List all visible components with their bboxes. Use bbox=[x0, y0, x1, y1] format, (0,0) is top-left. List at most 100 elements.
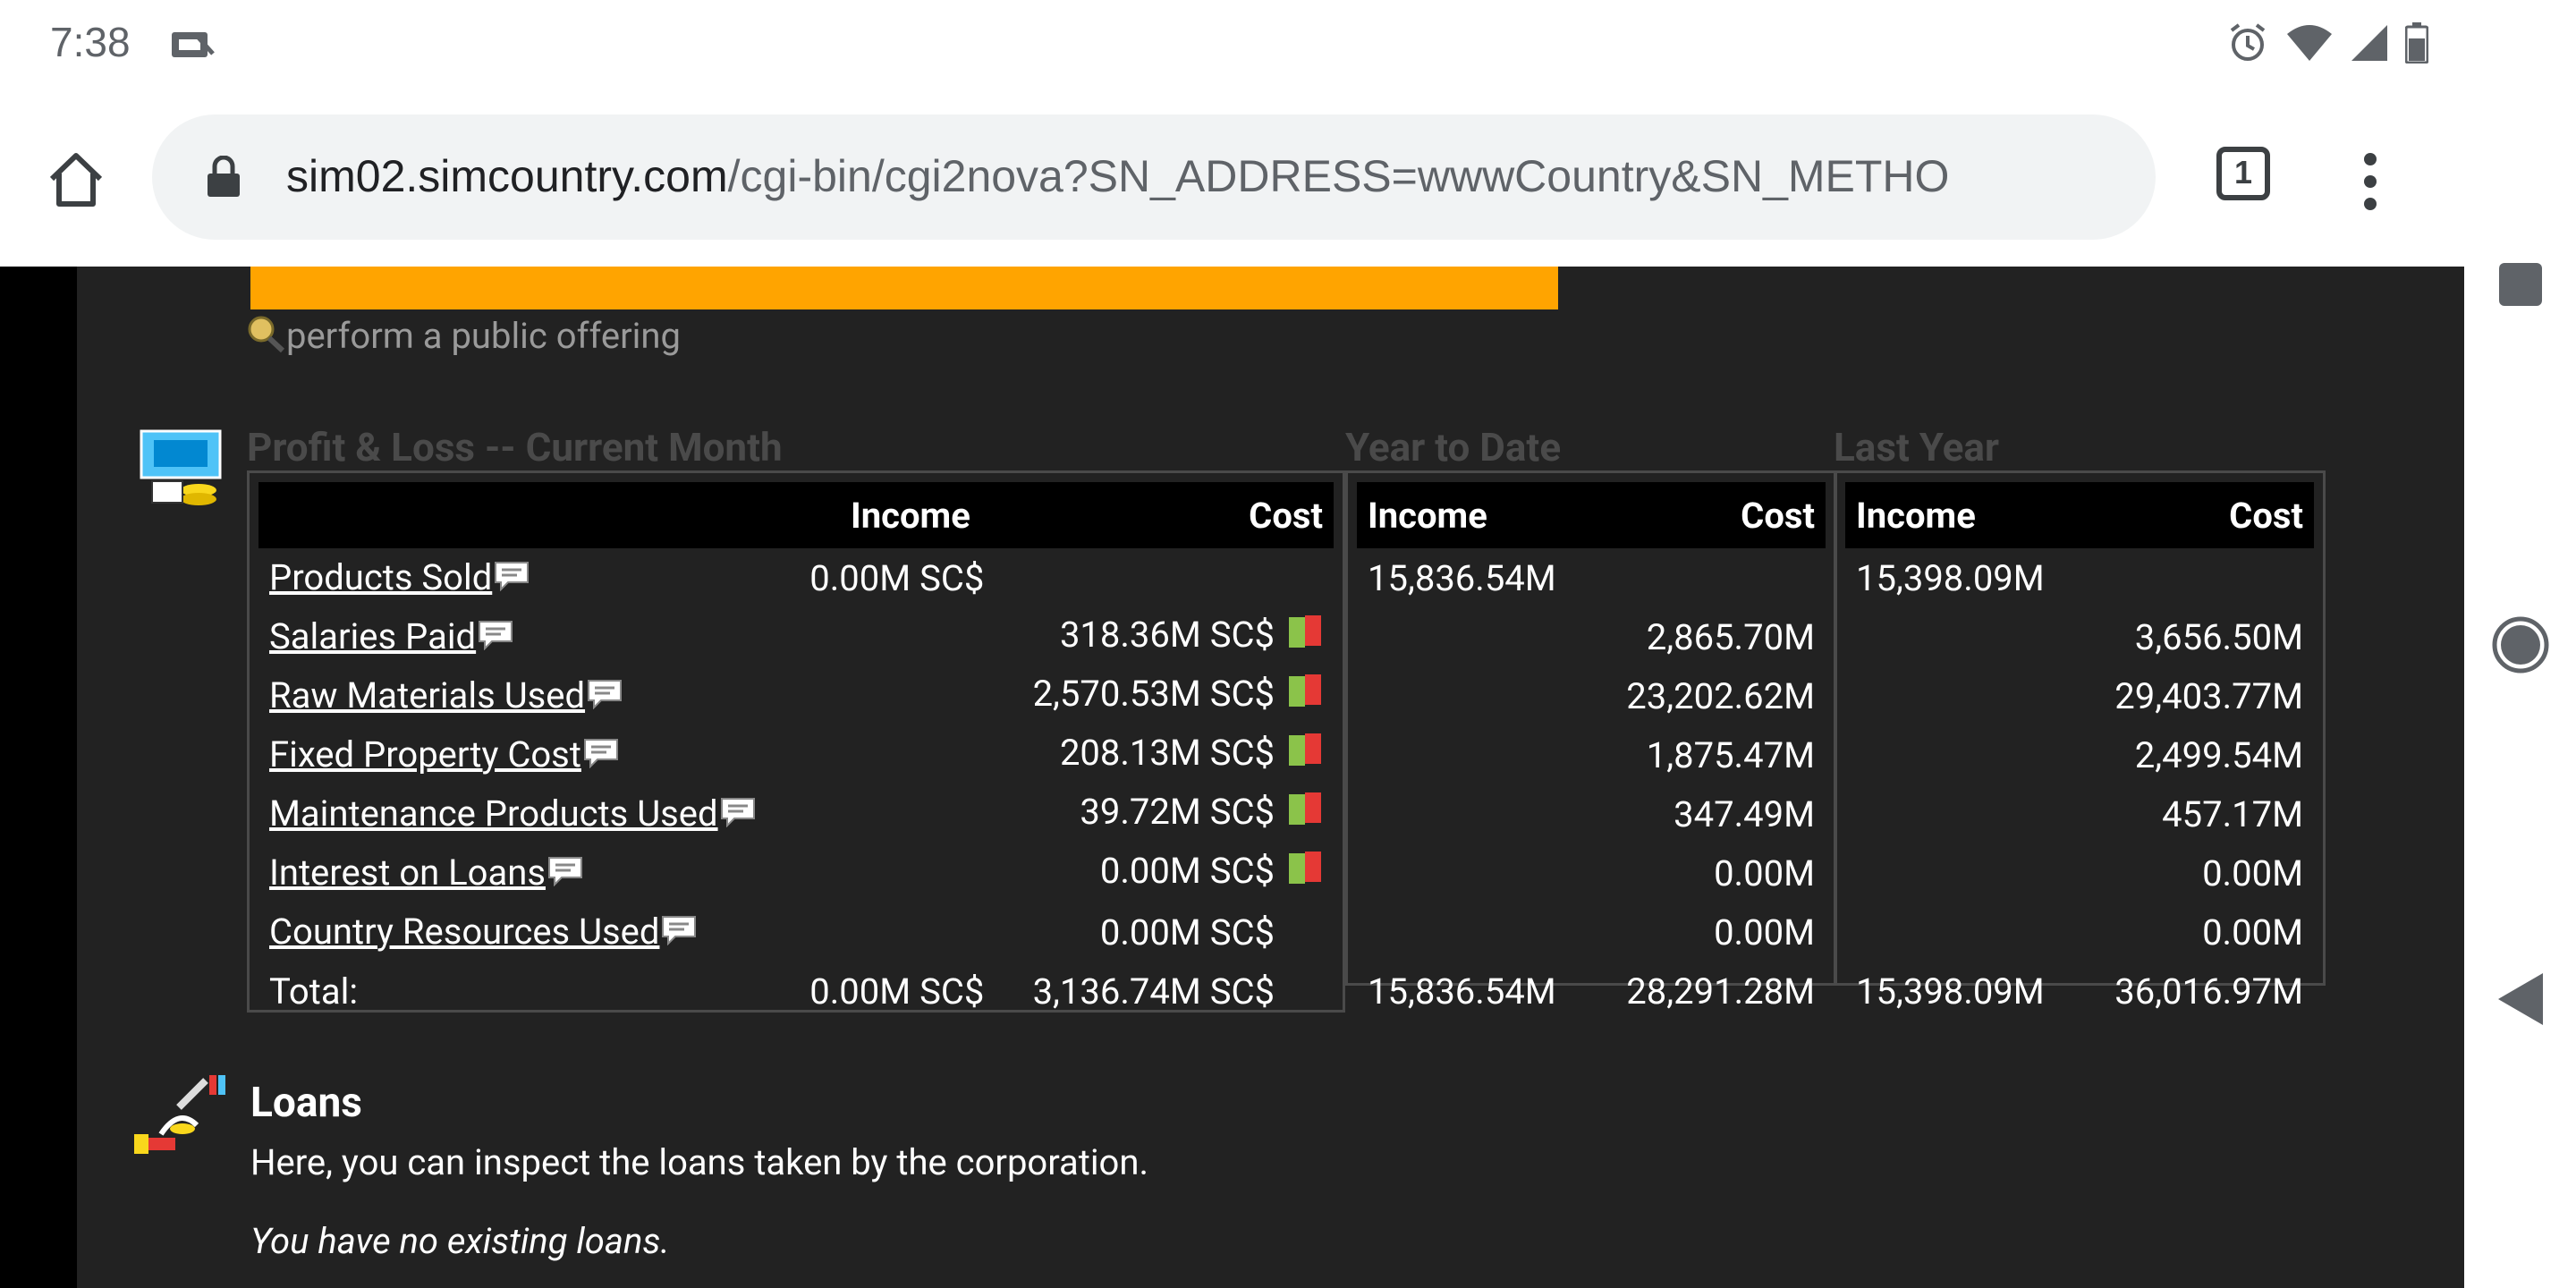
cell-signal-icon bbox=[2350, 23, 2389, 66]
ytd-income bbox=[1357, 607, 1591, 666]
salaries-paid-link[interactable]: Salaries Paid bbox=[269, 615, 476, 657]
cur-cost bbox=[1022, 548, 1334, 607]
total-row: 15,398.09M 36,016.97M bbox=[1845, 962, 2314, 1021]
table-row: 0.00M bbox=[1845, 843, 2314, 902]
cur-income bbox=[799, 843, 1021, 902]
home-icon[interactable] bbox=[45, 148, 107, 211]
ytd-header-cost: Cost bbox=[1591, 482, 1826, 548]
table-row: 15,836.54M bbox=[1357, 548, 1826, 607]
comment-icon[interactable] bbox=[661, 912, 697, 954]
url-bar[interactable]: sim02.simcountry.com/cgi-bin/cgi2nova?SN… bbox=[152, 114, 2156, 240]
finance-icon bbox=[136, 428, 229, 513]
cur-cost-cell: 208.13M SC$ bbox=[1022, 725, 1334, 784]
browser-toolbar: sim02.simcountry.com/cgi-bin/cgi2nova?SN… bbox=[0, 89, 2464, 267]
ytd-income bbox=[1357, 666, 1591, 725]
flag-icon[interactable] bbox=[1287, 673, 1323, 719]
total-label: Total: bbox=[269, 970, 359, 1013]
interest-on-loans-link[interactable]: Interest on Loans bbox=[269, 852, 546, 894]
ly-cost: 0.00M bbox=[2202, 911, 2303, 953]
header-income: Income bbox=[799, 482, 1022, 548]
ly-cost: 0.00M bbox=[2202, 852, 2303, 894]
flag-icon[interactable] bbox=[1287, 614, 1323, 660]
ly-header-income: Income bbox=[1845, 482, 2080, 548]
recents-icon[interactable] bbox=[2464, 261, 2576, 308]
page-content: perform a public offering Profit & Loss … bbox=[77, 267, 2464, 1288]
battery-icon bbox=[2404, 22, 2429, 67]
ytd-income bbox=[1357, 843, 1591, 902]
url-path: /cgi-bin/cgi2nova?SN_ADDRESS=wwwCountry&… bbox=[727, 151, 1950, 201]
loans-icon bbox=[134, 1072, 227, 1161]
table-row: Salaries Paid 318.36M SC$ bbox=[258, 607, 1334, 666]
fixed-property-cost-link[interactable]: Fixed Property Cost bbox=[269, 733, 581, 775]
raw-materials-used-link[interactable]: Raw Materials Used bbox=[269, 674, 585, 716]
table-row: 2,499.54M bbox=[1845, 725, 2314, 784]
ytd-income bbox=[1357, 902, 1591, 962]
notification-icon bbox=[170, 27, 216, 66]
table-row: 0.00M bbox=[1357, 902, 1826, 962]
flag-icon[interactable] bbox=[1287, 850, 1323, 896]
url-host: sim02.simcountry.com bbox=[286, 151, 728, 201]
comment-icon[interactable] bbox=[587, 676, 623, 718]
comment-icon[interactable] bbox=[583, 735, 619, 777]
ytd-cost: 2,865.70M bbox=[1646, 615, 1815, 658]
back-icon[interactable] bbox=[2464, 971, 2576, 1027]
lock-icon bbox=[206, 155, 242, 202]
table-row: 15,398.09M bbox=[1845, 548, 2314, 607]
table-row: Raw Materials Used 2,570.53M SC$ bbox=[258, 666, 1334, 725]
cur-income bbox=[799, 666, 1021, 725]
ly-income bbox=[1845, 902, 2080, 962]
ytd-total-cost: 28,291.28M bbox=[1626, 970, 1815, 1013]
home-nav-icon[interactable] bbox=[2464, 615, 2576, 674]
public-offering-link[interactable]: perform a public offering bbox=[286, 315, 681, 357]
cur-income bbox=[799, 725, 1021, 784]
table-row: 2,865.70M bbox=[1357, 607, 1826, 666]
ytd-header-income: Income bbox=[1357, 482, 1591, 548]
cur-cost-cell: 2,570.53M SC$ bbox=[1022, 666, 1334, 725]
current-month-table: Income Cost Products Sold 0.00M SC$ Sala… bbox=[247, 470, 1345, 1013]
total-row: Total: 0.00M SC$ 3,136.74M SC$ bbox=[258, 962, 1334, 1021]
ytd-cost: 23,202.62M bbox=[1626, 674, 1815, 717]
maintenance-products-used-link[interactable]: Maintenance Products Used bbox=[269, 792, 718, 835]
table-row: Maintenance Products Used 39.72M SC$ bbox=[258, 784, 1334, 843]
alarm-icon bbox=[2226, 21, 2269, 68]
ytd-cost: 1,875.47M bbox=[1646, 733, 1815, 776]
ly-income: 15,398.09M bbox=[1856, 556, 2045, 599]
url-text: sim02.simcountry.com/cgi-bin/cgi2nova?SN… bbox=[286, 150, 1949, 202]
public-offering-row[interactable]: perform a public offering bbox=[245, 313, 681, 358]
last-year-title: Last Year bbox=[1834, 424, 2000, 470]
table-row: 29,403.77M bbox=[1845, 666, 2314, 725]
comment-icon[interactable] bbox=[720, 794, 756, 836]
status-bar: 7:38 bbox=[0, 0, 2464, 89]
ly-income bbox=[1845, 784, 2080, 843]
flag-icon[interactable] bbox=[1287, 791, 1323, 837]
cur-income bbox=[799, 784, 1021, 843]
products-sold-link[interactable]: Products Sold bbox=[269, 556, 492, 598]
comment-icon[interactable] bbox=[478, 617, 513, 659]
country-resources-used-link[interactable]: Country Resources Used bbox=[269, 911, 659, 953]
more-options-icon[interactable] bbox=[2361, 152, 2379, 211]
status-icons bbox=[2226, 21, 2429, 68]
table-row: 457.17M bbox=[1845, 784, 2314, 843]
table-row: 1,875.47M bbox=[1357, 725, 1826, 784]
ytd-income: 15,836.54M bbox=[1368, 556, 1556, 599]
cur-income bbox=[799, 607, 1021, 666]
ly-total-income: 15,398.09M bbox=[1856, 970, 2045, 1013]
cur-cost: 0.00M SC$ bbox=[1099, 849, 1275, 892]
header-label bbox=[258, 482, 800, 548]
flag-icon[interactable] bbox=[1287, 732, 1323, 778]
last-year-table: Income Cost 15,398.09M 3,656.50M 29,403.… bbox=[1834, 470, 2326, 1013]
comment-icon[interactable] bbox=[547, 853, 583, 895]
table-row: 23,202.62M bbox=[1357, 666, 1826, 725]
ytd-table: Income Cost 15,836.54M 2,865.70M 23,202.… bbox=[1345, 470, 1837, 1013]
no-loans-message: You have no existing loans. bbox=[250, 1220, 670, 1262]
cur-cost: 0.00M SC$ bbox=[1099, 911, 1275, 953]
system-nav-bar bbox=[2464, 0, 2576, 1288]
wifi-icon bbox=[2285, 23, 2334, 66]
total-cur-cost: 3,136.74M SC$ bbox=[1032, 970, 1275, 1013]
header-cost: Cost bbox=[1021, 482, 1334, 548]
ly-header-cost: Cost bbox=[2080, 482, 2314, 548]
comment-icon[interactable] bbox=[494, 558, 530, 600]
ly-cost: 457.17M bbox=[2162, 792, 2303, 835]
tab-switcher-button[interactable]: 1 bbox=[2216, 147, 2270, 200]
table-row: 0.00M bbox=[1357, 843, 1826, 902]
